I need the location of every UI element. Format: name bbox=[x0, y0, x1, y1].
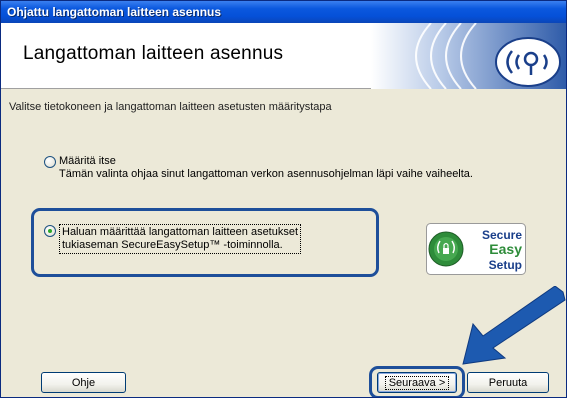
next-button-label: Seuraava > bbox=[384, 375, 450, 390]
wireless-signal-icon bbox=[371, 23, 566, 89]
option-manual-description: Tämän valinta ohjaa sinut langattoman ve… bbox=[59, 168, 473, 180]
logo-word-easy: Easy bbox=[489, 241, 522, 257]
wizard-window: Ohjattu langattoman laitteen asennus Lan… bbox=[0, 0, 567, 398]
cancel-button[interactable]: Peruuta bbox=[467, 372, 549, 393]
option-manual-label: Määritä itse bbox=[59, 155, 116, 167]
radio-secure-easy-setup[interactable] bbox=[44, 225, 56, 237]
logo-word-secure: Secure bbox=[482, 228, 522, 242]
logo-word-setup: Setup bbox=[489, 258, 522, 272]
wizard-header: Langattoman laitteen asennus bbox=[1, 23, 566, 89]
next-button[interactable]: Seuraava > bbox=[377, 372, 457, 393]
instruction-text: Valitse tietokoneen ja langattoman laitt… bbox=[9, 101, 332, 113]
radio-manual[interactable] bbox=[44, 156, 56, 168]
page-title: Langattoman laitteen asennus bbox=[23, 43, 284, 64]
window-titlebar[interactable]: Ohjattu langattoman laitteen asennus bbox=[1, 1, 566, 23]
option-ses-line1: Haluan määrittää langattoman laitteen as… bbox=[62, 226, 299, 238]
help-button[interactable]: Ohje bbox=[41, 372, 126, 393]
pointer-arrow-icon bbox=[462, 286, 566, 365]
option-manual[interactable]: Määritä itse Tämän valinta ohjaa sinut l… bbox=[44, 155, 473, 181]
help-button-label: Ohje bbox=[71, 376, 96, 389]
cancel-button-label: Peruuta bbox=[488, 376, 528, 389]
window-title: Ohjattu langattoman laitteen asennus bbox=[7, 5, 222, 19]
option-ses-line2: tukiaseman SecureEasySetup™ -toiminnolla… bbox=[62, 239, 283, 251]
secure-easy-setup-logo: Secure Easy Setup bbox=[426, 223, 526, 275]
option-secure-easy-setup[interactable]: Haluan määrittää langattoman laitteen as… bbox=[44, 224, 302, 254]
